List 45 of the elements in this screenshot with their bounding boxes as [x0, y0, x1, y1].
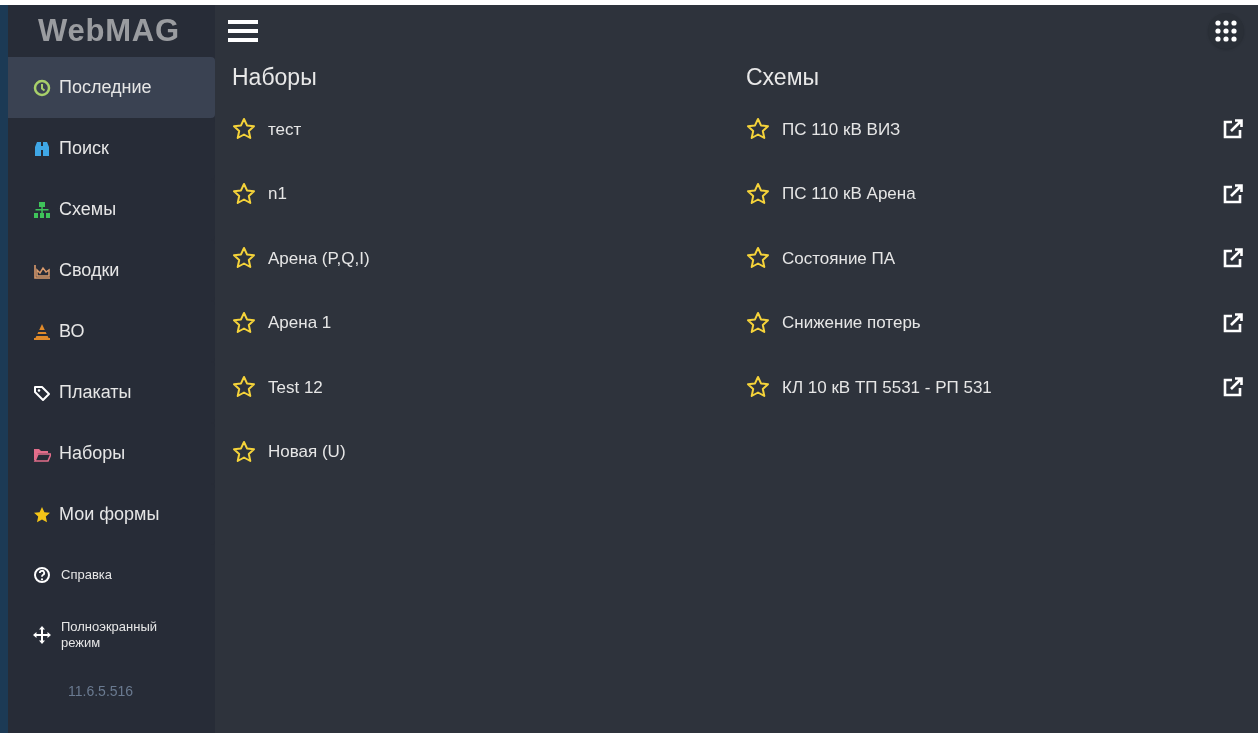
list-item-link[interactable]: Арена 1	[268, 310, 710, 336]
external-link-icon[interactable]	[1222, 118, 1244, 141]
section-title: Наборы	[232, 62, 317, 92]
star-icon[interactable]	[746, 181, 770, 206]
star-icon[interactable]	[232, 310, 256, 335]
star-icon[interactable]	[232, 439, 256, 464]
binoculars-icon	[33, 139, 51, 158]
clock-icon	[33, 78, 51, 97]
external-link-icon[interactable]	[1222, 247, 1244, 270]
grid-icon	[1215, 20, 1237, 42]
star-icon[interactable]	[232, 117, 256, 142]
star-icon[interactable]	[232, 246, 256, 271]
star-icon	[33, 505, 51, 524]
app-logo: WebMAG	[38, 11, 180, 50]
help-icon	[33, 566, 51, 584]
list-item-link[interactable]: Арена (P,Q,I)	[268, 245, 710, 271]
external-link-icon[interactable]	[1222, 311, 1244, 334]
list-item-link[interactable]: n1	[268, 181, 710, 207]
star-icon[interactable]	[746, 246, 770, 271]
list-item-link[interactable]: Новая (U)	[268, 439, 710, 465]
list-item-link[interactable]: ПС 110 кВ Арена	[782, 181, 1210, 207]
section-title: Схемы	[746, 62, 819, 92]
nav-item[interactable]: Последние	[8, 57, 215, 118]
list-item-link[interactable]: Состояние ПА	[782, 245, 1210, 271]
move-arrows-icon	[33, 626, 51, 644]
external-link-icon[interactable]	[1222, 376, 1244, 399]
cone-icon	[33, 322, 51, 341]
star-icon[interactable]	[746, 310, 770, 335]
star-icon[interactable]	[232, 375, 256, 400]
nav-item[interactable]: Полноэкранный режим	[8, 605, 215, 665]
list-item-link[interactable]: Снижение потерь	[782, 310, 1210, 336]
list-item-link[interactable]: ПС 110 кВ ВИЗ	[782, 116, 1210, 142]
list-item-link[interactable]: Test 12	[268, 374, 710, 400]
tag-icon	[33, 383, 51, 402]
version-label: 11.6.5.516	[68, 683, 134, 699]
star-icon[interactable]	[746, 375, 770, 400]
nav-item[interactable]: Справка	[8, 545, 215, 605]
external-link-icon[interactable]	[1222, 182, 1244, 205]
hierarchy-icon	[33, 200, 51, 219]
menu-icon[interactable]	[228, 19, 258, 43]
list-item-link[interactable]: КЛ 10 кВ ТП 5531 - РП 531	[782, 374, 1210, 400]
star-icon[interactable]	[232, 181, 256, 206]
apps-grid-button[interactable]	[1208, 13, 1244, 49]
list-item-link[interactable]: тест	[268, 116, 710, 142]
star-icon[interactable]	[746, 117, 770, 142]
